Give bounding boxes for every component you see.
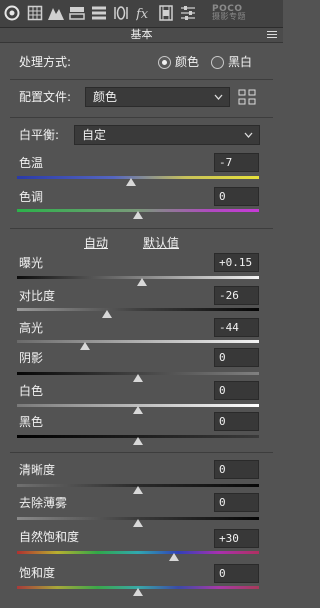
vibrance-track[interactable] bbox=[17, 551, 259, 554]
shadows-input[interactable]: 0 bbox=[214, 348, 259, 367]
tint-input[interactable]: 0 bbox=[214, 187, 259, 206]
watermark: POCO 摄影专题 bbox=[212, 4, 246, 21]
contrast-input[interactable]: -26 bbox=[214, 286, 259, 305]
profile-label: 配置文件: bbox=[19, 90, 72, 104]
exposure-input[interactable]: +0.15 bbox=[214, 253, 259, 272]
saturation-thumb[interactable] bbox=[133, 588, 143, 596]
blacks-thumb[interactable] bbox=[133, 437, 143, 445]
slider-label-tint: 色调 bbox=[19, 190, 44, 204]
film-icon[interactable] bbox=[158, 5, 174, 21]
clarity-thumb[interactable] bbox=[133, 486, 143, 494]
chevron-down-icon bbox=[214, 94, 223, 100]
divider bbox=[10, 79, 273, 80]
divider bbox=[10, 228, 273, 229]
sliders-icon[interactable] bbox=[180, 5, 196, 21]
whites-input[interactable]: 0 bbox=[214, 381, 259, 400]
grid-icon[interactable] bbox=[27, 5, 43, 21]
temperature-input[interactable]: -7 bbox=[214, 153, 259, 172]
panel-toolbar: fx POCO 摄影专题 bbox=[0, 0, 283, 28]
lens-icon[interactable] bbox=[113, 5, 129, 21]
panels-icon[interactable] bbox=[91, 5, 107, 21]
blacks-input[interactable]: 0 bbox=[214, 412, 259, 431]
treatment-bw-radio[interactable] bbox=[211, 56, 224, 69]
chevron-down-icon bbox=[244, 132, 253, 138]
temperature-track[interactable] bbox=[17, 176, 259, 179]
mountain-icon[interactable] bbox=[48, 5, 64, 21]
split-icon[interactable] bbox=[69, 5, 85, 21]
highlights-input[interactable]: -44 bbox=[214, 318, 259, 337]
profile-browser-icon[interactable] bbox=[238, 89, 256, 105]
vibrance-thumb[interactable] bbox=[169, 553, 180, 561]
treatment-color-label: 颜色 bbox=[175, 55, 200, 69]
contrast-track[interactable] bbox=[17, 308, 259, 311]
divider bbox=[10, 452, 273, 453]
vibrance-input[interactable]: +30 bbox=[214, 529, 259, 548]
slider-label-shadows: 阴影 bbox=[19, 351, 44, 365]
contrast-thumb[interactable] bbox=[101, 310, 112, 318]
panel-title: 基本 bbox=[130, 28, 153, 41]
whites-thumb[interactable] bbox=[133, 406, 143, 414]
aperture-icon[interactable] bbox=[4, 5, 20, 21]
profile-value: 颜色 bbox=[93, 90, 118, 104]
slider-label-temperature: 色温 bbox=[19, 156, 44, 170]
white-balance-label: 白平衡: bbox=[19, 128, 60, 142]
panel-header: 基本 bbox=[0, 28, 283, 43]
white-balance-value: 自定 bbox=[82, 128, 107, 142]
treatment-label: 处理方式: bbox=[19, 55, 72, 69]
fx-icon[interactable]: fx bbox=[136, 5, 152, 21]
highlights-track[interactable] bbox=[17, 340, 259, 343]
shadows-thumb[interactable] bbox=[133, 374, 143, 382]
slider-label-saturation: 饱和度 bbox=[19, 566, 56, 580]
highlights-thumb[interactable] bbox=[79, 342, 90, 350]
treatment-bw-label: 黑白 bbox=[228, 55, 253, 69]
profile-select[interactable]: 颜色 bbox=[85, 87, 230, 107]
auto-link[interactable]: 自动 bbox=[84, 236, 108, 250]
svg-text:fx: fx bbox=[136, 7, 149, 21]
saturation-input[interactable]: 0 bbox=[214, 564, 259, 583]
clarity-input[interactable]: 0 bbox=[214, 460, 259, 479]
slider-label-whites: 白色 bbox=[19, 384, 44, 398]
default-link[interactable]: 默认值 bbox=[143, 236, 179, 250]
treatment-color-radio[interactable] bbox=[158, 56, 171, 69]
temperature-thumb[interactable] bbox=[125, 178, 136, 186]
panel-menu-icon[interactable] bbox=[267, 31, 277, 39]
exposure-thumb[interactable] bbox=[136, 278, 147, 286]
slider-label-vibrance: 自然饱和度 bbox=[19, 530, 80, 544]
white-balance-select[interactable]: 自定 bbox=[74, 125, 260, 145]
slider-label-highlights: 高光 bbox=[19, 321, 44, 335]
divider bbox=[10, 117, 273, 118]
tint-thumb[interactable] bbox=[133, 211, 143, 219]
slider-label-dehaze: 去除薄雾 bbox=[19, 496, 68, 510]
slider-label-exposure: 曝光 bbox=[19, 256, 44, 270]
dehaze-input[interactable]: 0 bbox=[214, 493, 259, 512]
dehaze-thumb[interactable] bbox=[133, 519, 143, 527]
slider-label-clarity: 清晰度 bbox=[19, 463, 56, 477]
slider-label-contrast: 对比度 bbox=[19, 289, 56, 303]
slider-label-blacks: 黑色 bbox=[19, 415, 44, 429]
